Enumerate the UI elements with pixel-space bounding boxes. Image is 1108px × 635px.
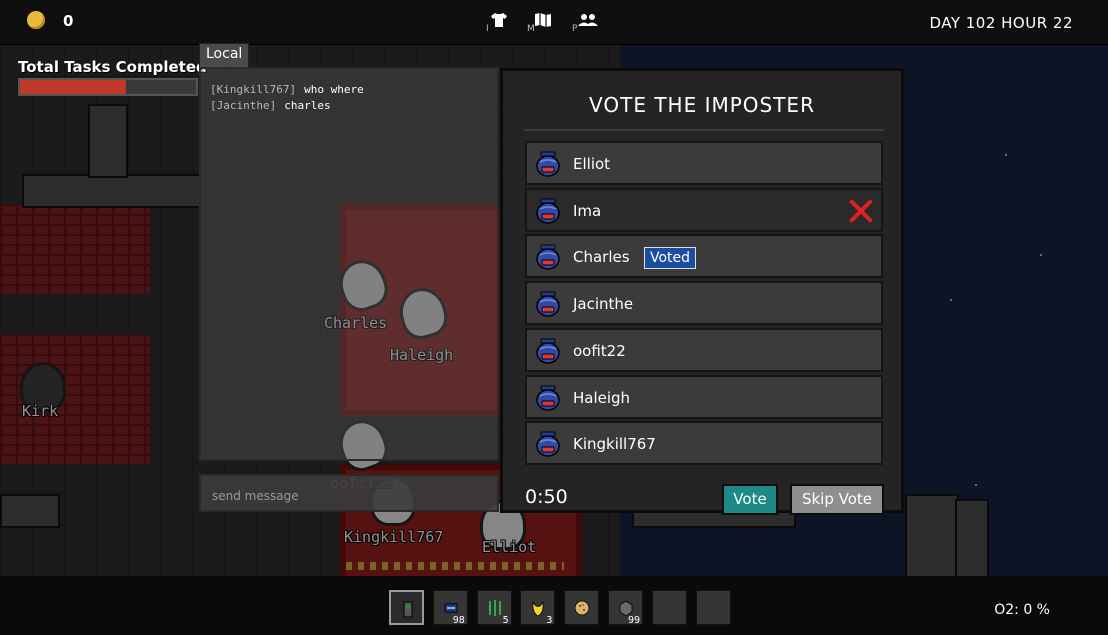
coin-count: 0 — [63, 12, 74, 30]
vote-player-row[interactable]: Jacinthe — [525, 281, 883, 326]
inventory-hotkey: I — [486, 24, 489, 34]
vote-player-row[interactable]: Haleigh — [525, 374, 883, 419]
hotbar-slot[interactable] — [564, 590, 600, 625]
tasks-label: Total Tasks Completed — [18, 58, 207, 76]
vote-player-name: oofit22 — [573, 341, 626, 360]
vote-player-name: Haleigh — [573, 388, 631, 407]
chat-text: who where — [304, 83, 364, 96]
chat-username: [Kingkill767] — [210, 83, 297, 96]
vote-player-name: Kingkill767 — [573, 435, 656, 454]
astronaut-avatar-icon — [536, 338, 560, 364]
cable-icon — [488, 600, 501, 616]
hotbar-slot[interactable]: 99 — [608, 590, 643, 626]
hotbar: 98 5 3 99 O2: 0 % — [0, 576, 1108, 635]
hotbar-slot[interactable] — [651, 590, 687, 625]
chat-tab-local[interactable]: Local — [199, 43, 250, 69]
skip-vote-button[interactable]: Skip Vote — [790, 484, 884, 515]
oxygen-readout: O2: 0 % — [994, 602, 1050, 618]
map-hotkey: M — [527, 24, 535, 34]
vote-player-row[interactable]: Charles Voted — [525, 234, 883, 279]
hotbar-slot[interactable]: 98 — [432, 590, 468, 626]
vote-player-row[interactable]: Elliot — [525, 141, 883, 185]
banana-icon — [532, 600, 544, 617]
tasks-progress-bar — [18, 78, 198, 96]
astronaut-avatar-icon — [536, 198, 560, 224]
hotbar-slot[interactable]: 3 — [520, 590, 556, 626]
vote-player-name: Charles — [573, 248, 630, 267]
vote-dialog: VOTE THE IMPOSTER Elliot Ima Charles Voted J… — [500, 68, 904, 515]
vote-player-name: Elliot — [573, 155, 611, 173]
top-bar: 0 I M P DAY 102 HOUR 22 — [0, 0, 1108, 45]
hotbar-slot[interactable]: 5 — [476, 590, 512, 626]
day-hour-clock: DAY 102 HOUR 22 — [929, 14, 1073, 32]
vote-player-name: Ima — [573, 201, 602, 220]
eliminated-x-icon — [849, 198, 873, 223]
vote-title: VOTE THE IMPOSTER — [589, 93, 815, 117]
coin-icon — [27, 11, 45, 29]
radio-icon — [403, 601, 413, 618]
chat-message: [Kingkill767] who where — [201, 82, 497, 98]
vote-player-row[interactable]: oofit22 — [525, 327, 883, 372]
chat-panel: [Kingkill767] who where [Jacinthe] charles — [199, 67, 499, 461]
divider — [524, 129, 884, 131]
vote-player-row[interactable]: Kingkill767 — [525, 421, 883, 466]
slot-count: 98 — [452, 615, 465, 626]
astronaut-avatar-icon — [536, 385, 560, 411]
vote-timer: 0:50 — [525, 486, 568, 508]
hotbar-slot[interactable] — [695, 590, 731, 625]
chat-message-input[interactable]: send message — [199, 474, 499, 512]
shirt-icon[interactable] — [490, 12, 508, 28]
vote-player-name: Jacinthe — [573, 295, 634, 314]
hotbar-slot[interactable] — [389, 590, 424, 625]
map-icon[interactable] — [534, 12, 552, 28]
slot-count: 99 — [627, 615, 640, 626]
players-hotkey: P — [572, 24, 578, 34]
vote-player-row[interactable]: Ima — [525, 187, 883, 232]
chat-username: [Jacinthe] — [210, 99, 277, 112]
slot-count: 3 — [546, 615, 553, 626]
astronaut-avatar-icon — [536, 244, 560, 271]
astronaut-avatar-icon — [536, 291, 560, 317]
astronaut-avatar-icon — [536, 151, 560, 177]
vote-button[interactable]: Vote — [722, 484, 778, 515]
tasks-progress-fill — [20, 80, 126, 94]
players-icon[interactable] — [578, 12, 598, 28]
slot-count: 5 — [502, 615, 509, 626]
astronaut-avatar-icon — [536, 431, 560, 457]
chat-text: charles — [284, 99, 331, 112]
voted-badge: Voted — [644, 247, 697, 270]
cookie-icon — [574, 600, 590, 616]
chat-message: [Jacinthe] charles — [201, 98, 497, 114]
